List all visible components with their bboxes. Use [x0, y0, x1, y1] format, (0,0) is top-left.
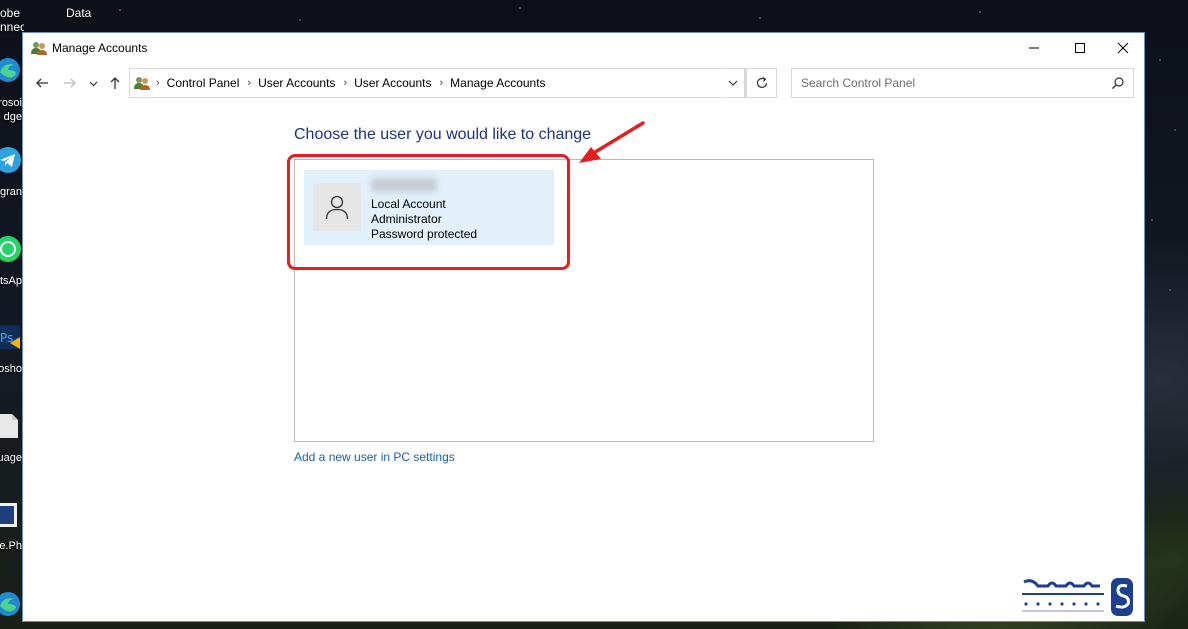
telegram-icon: [0, 147, 21, 173]
annotation-arrow-icon: [579, 121, 645, 163]
edge-icon: [0, 592, 20, 616]
search-icon[interactable]: [1111, 76, 1125, 90]
add-new-user-link[interactable]: Add a new user in PC settings: [294, 450, 455, 464]
minimize-icon: [1029, 47, 1039, 49]
desktop-icon-label: rosoi dge: [0, 97, 22, 123]
close-icon: [1117, 42, 1129, 54]
refresh-icon: [756, 77, 767, 89]
forward-button[interactable]: [59, 71, 81, 95]
minimize-button[interactable]: [1011, 33, 1057, 63]
breadcrumb-user-accounts[interactable]: User Accounts: [254, 76, 339, 90]
annotation-highlight-box: [287, 154, 570, 270]
maximize-button[interactable]: [1057, 33, 1103, 63]
chevron-right-icon[interactable]: ›: [243, 77, 254, 89]
recent-locations-button[interactable]: [85, 71, 101, 95]
manage-accounts-window: Manage Accounts › Control Panel › User A…: [22, 32, 1145, 622]
navigation-bar: › Control Panel › User Accounts › User A…: [23, 67, 1144, 99]
chevron-right-icon[interactable]: ›: [152, 77, 163, 89]
arrow-up-icon: [110, 77, 120, 89]
up-button[interactable]: [104, 71, 126, 95]
breadcrumb-manage-accounts[interactable]: Manage Accounts: [446, 76, 549, 90]
address-bar[interactable]: › Control Panel › User Accounts › User A…: [129, 68, 746, 98]
whatsapp-icon: [0, 236, 21, 262]
users-icon: [31, 42, 47, 55]
desktop-icon-label: osho: [0, 363, 22, 375]
desktop-icon-label: tsAp: [0, 275, 22, 287]
edge-icon: [0, 58, 20, 82]
arrow-right-icon: [64, 78, 76, 88]
arrow-left-icon: [36, 78, 48, 88]
azarsys-logo: [1022, 578, 1133, 616]
desktop-icon-label: uage: [0, 452, 22, 464]
breadcrumb: › Control Panel › User Accounts › User A…: [134, 69, 550, 97]
maximize-icon: [1075, 43, 1085, 53]
address-history-button[interactable]: [720, 68, 745, 98]
chevron-down-icon: [89, 81, 97, 86]
chevron-down-icon: [728, 80, 737, 86]
file-icon: [0, 414, 18, 438]
search-input[interactable]: [792, 69, 1102, 97]
desktop-label-data[interactable]: Data: [66, 6, 91, 20]
close-button[interactable]: [1100, 33, 1146, 63]
search-box[interactable]: [791, 68, 1134, 98]
back-button[interactable]: [31, 71, 53, 95]
chevron-right-icon[interactable]: ›: [339, 77, 350, 89]
page-heading: Choose the user you would like to change: [294, 126, 592, 143]
document-icon: [0, 503, 17, 527]
chevron-right-icon[interactable]: ›: [435, 77, 446, 89]
breadcrumb-control-panel[interactable]: Control Panel: [163, 76, 244, 90]
desktop-icon-label: e.Ph: [0, 540, 22, 552]
desktop-label-adobe[interactable]: obe nnect: [0, 6, 24, 34]
window-title: Manage Accounts: [52, 41, 148, 55]
title-bar[interactable]: Manage Accounts: [23, 33, 1144, 63]
photoshop-icon: Ps: [0, 325, 20, 349]
users-icon: [134, 77, 150, 90]
breadcrumb-user-accounts-sub[interactable]: User Accounts: [350, 76, 435, 90]
desktop-icon-label: gran: [0, 186, 22, 198]
refresh-button[interactable]: [746, 68, 777, 98]
